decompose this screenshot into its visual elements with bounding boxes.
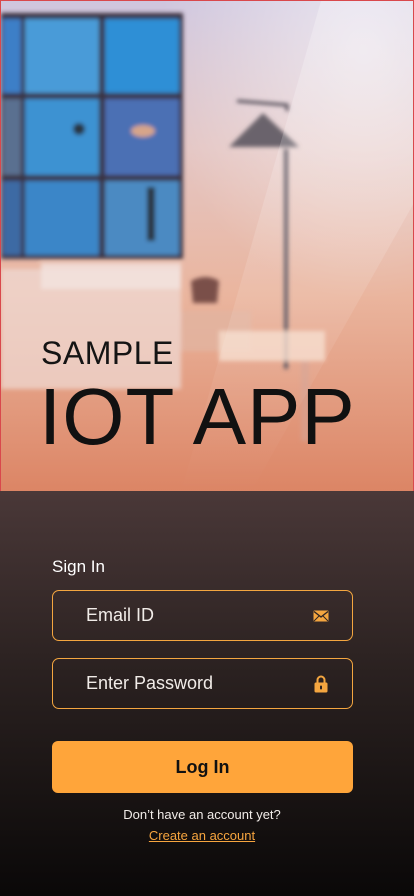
- mail-icon: [312, 607, 330, 625]
- email-placeholder: Email ID: [86, 605, 155, 625]
- sign-in-panel: Sign In Email ID Enter Password Log In D…: [0, 491, 414, 896]
- sign-in-heading: Sign In: [52, 557, 105, 576]
- app-title-large: IOT APP: [39, 372, 356, 461]
- lock-icon: [312, 675, 330, 693]
- login-button[interactable]: Log In: [52, 741, 353, 793]
- hero-banner: SAMPLE IOT APP: [0, 0, 414, 491]
- login-screen: SAMPLE IOT APP Sign In Email ID Enter Pa…: [0, 0, 414, 896]
- no-account-text: Don’t have an account yet?: [123, 807, 281, 822]
- create-account-link[interactable]: Create an account: [0, 828, 404, 843]
- password-placeholder: Enter Password: [86, 673, 214, 693]
- app-title-small: SAMPLE: [41, 335, 174, 371]
- password-field[interactable]: Enter Password: [52, 658, 353, 709]
- email-field[interactable]: Email ID: [52, 590, 353, 641]
